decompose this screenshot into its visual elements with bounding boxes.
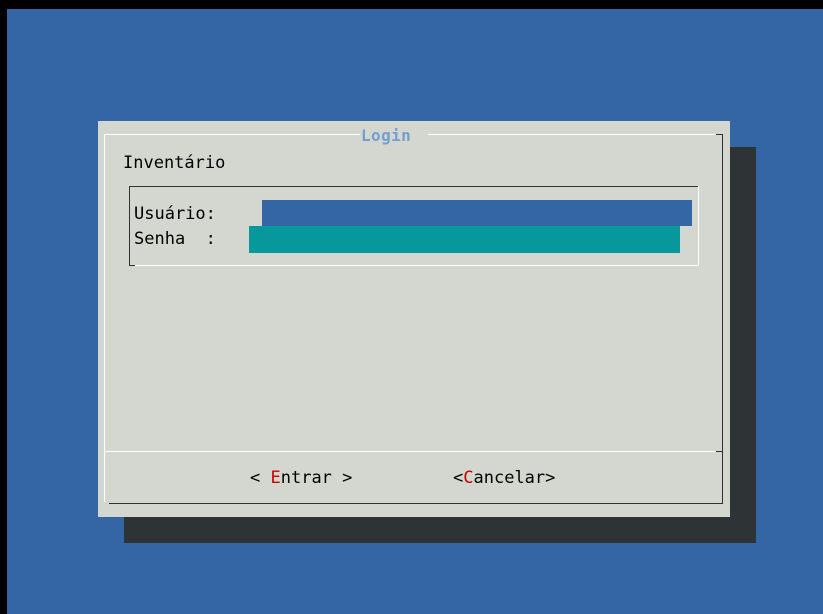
dialog-title: Login [361, 126, 412, 145]
entrar-hotkey: E [270, 468, 281, 488]
form-box-left [129, 186, 130, 266]
frame-top-right [428, 134, 718, 135]
frame-left [104, 134, 105, 502]
frame-corner-top-right [716, 134, 723, 135]
frame-top-left [104, 134, 360, 135]
password-input[interactable] [249, 226, 680, 253]
cancelar-button-rest: ancelar> [473, 468, 556, 488]
form-box-corner [129, 265, 135, 266]
frame-bottom [109, 503, 723, 504]
cancelar-button-left: < [453, 468, 464, 488]
entrar-button-rest: ntrar > [280, 468, 353, 488]
login-dialog: Login Inventário Usuário: Senha : < Entr… [98, 121, 730, 517]
password-label: Senha : [134, 229, 216, 249]
separator-tick [716, 451, 723, 452]
frame-right [722, 134, 723, 504]
terminal-background: Login Inventário Usuário: Senha : < Entr… [7, 9, 823, 614]
entrar-button[interactable]: < Entrar > [250, 467, 352, 489]
form-box-bottom [133, 265, 699, 266]
form-box-right [698, 186, 699, 266]
entrar-button-left: < [250, 468, 271, 488]
cancelar-hotkey: C [463, 468, 474, 488]
cancelar-button[interactable]: <Cancelar> [453, 467, 555, 489]
username-label: Usuário: [134, 204, 216, 224]
dialog-subtitle: Inventário [123, 153, 226, 173]
form-box-top [129, 186, 699, 187]
username-input[interactable] [262, 200, 692, 226]
button-separator [104, 451, 718, 452]
